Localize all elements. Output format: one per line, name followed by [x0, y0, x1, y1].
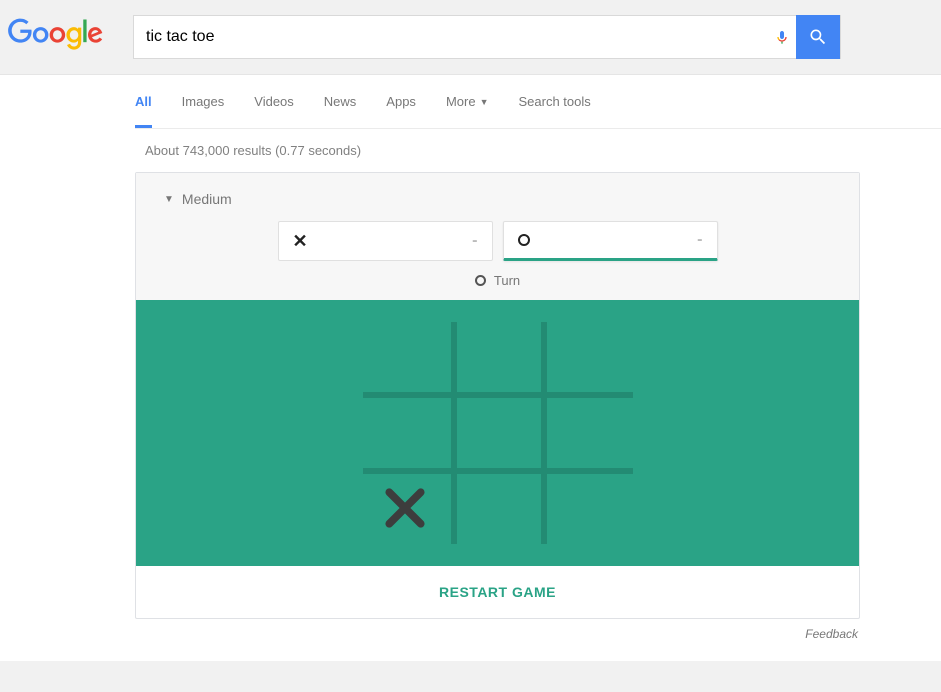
search-button[interactable]: [796, 15, 840, 59]
cell-1-1[interactable]: [459, 398, 539, 466]
player-o-score: -: [697, 231, 702, 249]
chevron-down-icon: ▼: [164, 194, 174, 205]
player-x-scorebox[interactable]: ✕ -: [278, 221, 493, 261]
player-x-score: -: [472, 232, 477, 250]
tab-search-tools[interactable]: Search tools: [518, 75, 590, 128]
tab-news[interactable]: News: [324, 75, 357, 128]
tab-more[interactable]: More▼: [446, 75, 489, 128]
x-icon: ✕: [293, 231, 308, 252]
cell-2-0[interactable]: [365, 474, 445, 542]
cell-0-2[interactable]: [549, 322, 629, 390]
cell-0-1[interactable]: [459, 322, 539, 390]
result-stats: About 743,000 results (0.77 seconds): [135, 129, 941, 172]
cell-2-1[interactable]: [459, 474, 539, 542]
turn-indicator: Turn: [136, 273, 859, 288]
cell-2-2[interactable]: [549, 474, 629, 542]
cell-1-0[interactable]: [365, 398, 445, 466]
restart-button[interactable]: RESTART GAME: [136, 566, 859, 618]
game-board: [363, 322, 633, 544]
search-tabs: All Images Videos News Apps More▼ Search…: [135, 75, 941, 129]
chevron-down-icon: ▼: [480, 97, 489, 107]
cell-0-0[interactable]: [365, 322, 445, 390]
difficulty-selector[interactable]: ▼ Medium: [136, 191, 859, 221]
feedback-link[interactable]: Feedback: [135, 623, 860, 661]
tab-all[interactable]: All: [135, 75, 152, 128]
google-logo[interactable]: [8, 18, 103, 56]
o-icon: [475, 275, 486, 286]
o-icon: [518, 234, 530, 246]
player-o-scorebox[interactable]: -: [503, 221, 718, 261]
tic-tac-toe-card: ▼ Medium ✕ - - Turn: [135, 172, 860, 619]
difficulty-label: Medium: [182, 191, 232, 207]
tab-images[interactable]: Images: [182, 75, 225, 128]
search-input[interactable]: [134, 16, 768, 58]
voice-search-icon[interactable]: [768, 26, 796, 48]
cell-1-2[interactable]: [549, 398, 629, 466]
tab-apps[interactable]: Apps: [386, 75, 416, 128]
tab-videos[interactable]: Videos: [254, 75, 294, 128]
search-box: [133, 15, 841, 59]
x-mark: [378, 481, 432, 535]
turn-label: Turn: [494, 273, 520, 288]
